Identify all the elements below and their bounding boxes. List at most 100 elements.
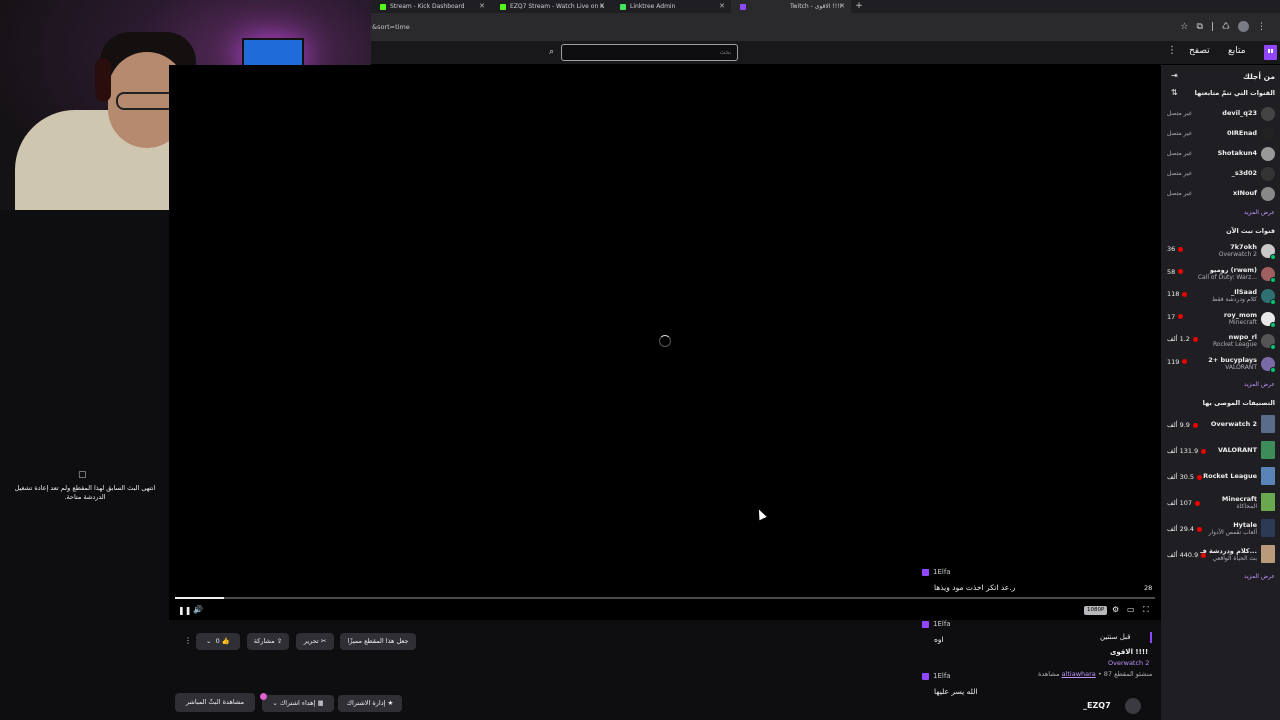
viewer-count-text: 118 [1167,290,1180,298]
close-tab-icon[interactable]: ✕ [599,2,605,10]
collapse-sidebar-icon[interactable]: ⇥ [1171,71,1178,80]
live-channel-row[interactable]: nwpo_rl Rocket League 1.2 ألف [1161,332,1280,352]
live-dot-icon [1201,552,1207,558]
viewer-count-text: 131.9 ألف [1167,447,1199,455]
live-dot-icon [1178,269,1184,274]
category-row[interactable]: Hytale ألعاب تقمص الأدوار 29.4 ألف [1161,519,1280,539]
more-menu-icon[interactable]: ⋮ [1167,45,1177,56]
video-player[interactable]: 28 ❚❚ 🔊 1080P ⚙ ▭ ⛶ [169,65,1161,620]
channel-name: roy_mom [1223,310,1257,319]
followed-channel-row[interactable]: devil_q23 غير متصل [1161,105,1280,125]
followed-channel-row[interactable]: _s3d02 غير متصل [1161,165,1280,185]
quality-badge[interactable]: 1080P [1084,606,1108,615]
search-input[interactable] [561,44,738,61]
theatre-mode-icon[interactable]: ▭ [1127,605,1135,614]
browser-tab[interactable]: EZQ7 Stream - Watch Live on K ✕ [491,0,611,13]
category-name: Overwatch 2 [1210,420,1257,428]
live-channel-row[interactable]: 7k7okh Overwatch 2 36 [1161,242,1280,262]
manage-sub-button[interactable]: إدارة الاشتراك ★ [338,695,402,712]
gift-sub-button[interactable]: ⌄ إهداء اشتراك ▦ [262,695,334,712]
clipper-link[interactable]: altiawhara [1062,670,1096,678]
category-row[interactable]: VALORANT 131.9 ألف [1161,441,1280,461]
extensions-icon[interactable]: ⧉ [1196,22,1202,32]
extension-icon[interactable]: ♺ [1222,22,1230,32]
twitch-logo-icon[interactable] [1264,45,1277,60]
viewer-count-text: 440.9 ألف [1167,551,1199,559]
browser-tab[interactable]: Stream - Kick Dashboard ✕ [371,0,491,13]
new-tab-button[interactable]: + [851,0,867,13]
channel-avatar [1261,187,1275,201]
followed-channel-row[interactable]: xINouf غير متصل [1161,185,1280,205]
watch-live-button[interactable]: مشاهدة البثّ المباشر [175,693,255,712]
channel-name[interactable]: _EZQ7 [1083,701,1111,710]
channel-avatar [1261,147,1275,161]
category-name: Rocket League [1203,472,1257,480]
chat-username[interactable]: 1Elfa [933,568,951,576]
tab-label: Linktree Admin [630,3,676,10]
channel-avatar[interactable] [1125,698,1141,714]
show-more-link[interactable]: عرض المزيد [1244,209,1275,216]
like-button[interactable]: ⌄ 0 👍 [196,633,240,650]
pause-icon[interactable]: ❚❚ [178,606,191,615]
volume-icon[interactable]: 🔊 [193,605,203,614]
more-options-icon[interactable]: ⋮ [184,636,192,645]
browser-tab[interactable]: Linktree Admin ✕ [611,0,731,13]
category-row[interactable]: Rocket League 30.5 ألف [1161,467,1280,487]
share-button[interactable]: مشاركة ⇪ [247,633,289,650]
channel-game: كلام ودردشة فقط [1212,296,1257,303]
tab-label: Stream - Kick Dashboard [390,3,465,10]
left-empty-panel [0,210,169,720]
nav-following[interactable]: متابع [1228,46,1246,56]
category-row[interactable]: Minecraft المحاكاة 107 ألف [1161,493,1280,513]
edit-button[interactable]: تحرير ✂ [296,633,334,650]
followed-channel-row[interactable]: 0IREnad غير متصل [1161,125,1280,145]
kick-icon [500,3,506,10]
tab-label: EZQ7 Stream - Watch Live on K [510,3,605,10]
channel-name: 2+ bucyplays [1208,355,1257,364]
chat-username[interactable]: 1Elfa [933,620,951,628]
viewer-count: 9.9 ألف [1167,421,1198,429]
show-more-link[interactable]: عرض المزيد [1244,573,1275,580]
feature-clip-button[interactable]: جعل هذا المقطع مميزًا [340,633,416,650]
channel-name: روميو (rwem) [1209,265,1257,274]
live-channel-row[interactable]: roy_mom Minecraft 17 [1161,310,1280,330]
live-channel-row[interactable]: روميو (rwem) Call of Duty: Warz... 58 [1161,265,1280,285]
category-name: Minecraft [1221,495,1257,503]
followed-channel-row[interactable]: Shotakun4 غير متصل [1161,145,1280,165]
browser-menu-icon[interactable]: ⋮ [1257,22,1266,32]
bookmark-star-icon[interactable]: ☆ [1180,22,1188,32]
category-row[interactable]: كلام ودردشة فـ... بث الحياة الواقعي 440.9 … [1161,545,1280,565]
viewer-count: 119 [1167,358,1188,366]
browser-tab-active[interactable]: Twitch - الاقوى !!!! ✕ [731,0,851,13]
clip-game-link[interactable]: Overwatch 2 [1108,659,1149,667]
channel-avatar [1261,107,1275,121]
divider: | [1210,21,1214,32]
channel-name: 0IREnad [1226,129,1257,137]
live-channel-row[interactable]: 2+ bucyplays VALORANT 119 [1161,355,1280,375]
chat-username[interactable]: 1Elfa [933,672,951,680]
channel-game: Overwatch 2 [1218,251,1257,258]
nav-browse[interactable]: تصفح [1189,46,1210,56]
viewer-count: 29.4 ألف [1167,525,1203,533]
live-channel-row[interactable]: _IlSaad كلام ودردشة فقط 118 [1161,287,1280,307]
show-more-link[interactable]: عرض المزيد [1244,381,1275,388]
profile-avatar[interactable] [1238,21,1249,32]
live-dot-icon [1182,359,1188,364]
fullscreen-icon[interactable]: ⛶ [1143,605,1149,615]
search-icon[interactable]: ⌕ [544,45,559,60]
viewer-count-text: 107 ألف [1167,499,1193,507]
progress-bar[interactable] [175,597,1155,599]
close-tab-icon[interactable]: ✕ [719,2,725,10]
chat-ended-icon: ▢ [78,470,87,480]
settings-gear-icon[interactable]: ⚙ [1112,605,1119,614]
like-count: 0 [215,637,220,645]
category-row[interactable]: Overwatch 2 9.9 ألف [1161,415,1280,435]
address-bar[interactable]: &sort=time ☆ ⧉ | ♺ ⋮ [371,13,1280,41]
close-tab-icon[interactable]: ✕ [479,2,485,10]
close-tab-icon[interactable]: ✕ [839,2,845,10]
category-thumbnail [1261,467,1275,485]
headphones [95,58,111,102]
sort-icon[interactable]: ⇅ [1171,88,1178,97]
offline-status: غير متصل [1167,110,1192,117]
channel-name: _s3d02 [1231,169,1257,177]
